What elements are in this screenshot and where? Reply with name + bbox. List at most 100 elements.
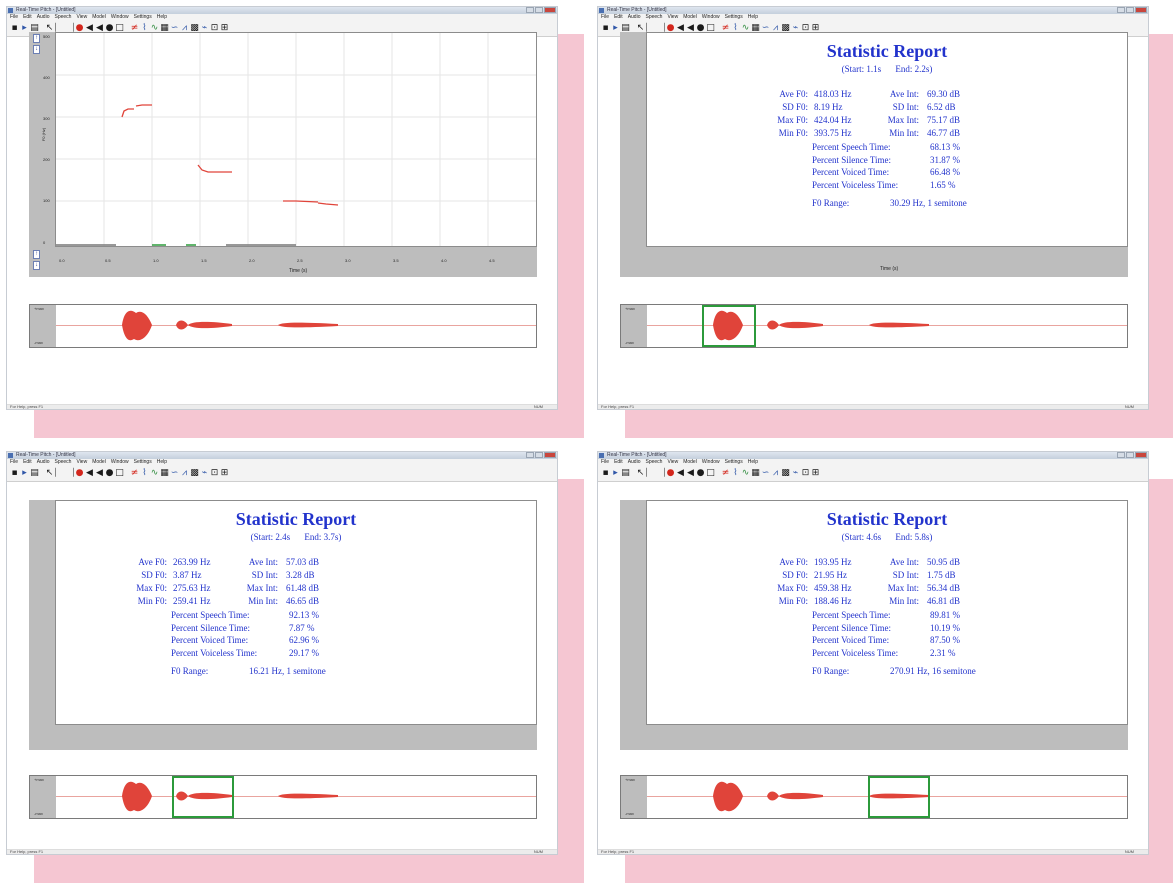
maximize-button[interactable] — [535, 452, 543, 458]
menu-file[interactable]: File — [601, 459, 609, 466]
scroll-up-button[interactable]: ↑ — [33, 250, 40, 259]
zoom-up-button[interactable]: ↑ — [33, 34, 40, 43]
minimize-button[interactable] — [1117, 7, 1125, 13]
menu-speech[interactable]: Speech — [645, 459, 662, 466]
menu-settings[interactable]: Settings — [725, 459, 743, 466]
record-icon[interactable]: ● — [75, 468, 84, 479]
minimize-button[interactable] — [526, 7, 534, 13]
menu-window[interactable]: Window — [111, 14, 129, 21]
waveform-panel[interactable]: +max -max — [620, 775, 1128, 819]
menu-model[interactable]: Model — [683, 459, 697, 466]
menu-edit[interactable]: Edit — [614, 459, 623, 466]
waveform-panel[interactable]: +max -max — [29, 304, 537, 348]
menu-file[interactable]: File — [10, 459, 18, 466]
menu-edit[interactable]: Edit — [23, 14, 32, 21]
menu-window[interactable]: Window — [702, 459, 720, 466]
play-icon[interactable]: ◀ — [95, 468, 104, 479]
maximize-button[interactable] — [1126, 7, 1134, 13]
maximize-button[interactable] — [1126, 452, 1134, 458]
menu-speech[interactable]: Speech — [645, 14, 662, 21]
menu-model[interactable]: Model — [683, 14, 697, 21]
menu-audio[interactable]: Audio — [37, 14, 50, 21]
scroll-down-button[interactable]: ↓ — [33, 261, 40, 270]
open-icon[interactable]: ▸ — [611, 23, 620, 34]
close-button[interactable] — [544, 452, 556, 458]
play-icon[interactable]: ◀ — [686, 468, 695, 479]
menu-window[interactable]: Window — [702, 14, 720, 21]
menu-settings[interactable]: Settings — [725, 14, 743, 21]
open-icon[interactable]: ▸ — [20, 23, 29, 34]
close-button[interactable] — [1135, 7, 1147, 13]
open-icon[interactable]: ▸ — [611, 468, 620, 479]
menu-help[interactable]: Help — [157, 14, 167, 21]
select-icon[interactable]: □ — [706, 468, 715, 479]
trace-icon[interactable]: ⌁ — [200, 468, 209, 479]
minimize-button[interactable] — [526, 452, 534, 458]
menu-speech[interactable]: Speech — [54, 14, 71, 21]
selection-box[interactable] — [702, 305, 756, 347]
menu-audio[interactable]: Audio — [37, 459, 50, 466]
menu-file[interactable]: File — [601, 14, 609, 21]
close-button[interactable] — [1135, 452, 1147, 458]
print-icon[interactable]: ▤ — [30, 468, 39, 479]
menu-view[interactable]: View — [76, 459, 87, 466]
menu-model[interactable]: Model — [92, 14, 106, 21]
spectrum-icon[interactable]: ∽ — [170, 468, 179, 479]
menu-file[interactable]: File — [10, 14, 18, 21]
grid-icon[interactable]: ▩ — [781, 468, 790, 479]
new-file-icon[interactable]: ▪ — [601, 23, 610, 34]
menu-speech[interactable]: Speech — [54, 459, 71, 466]
zoom-in-icon[interactable]: ≠ — [130, 468, 139, 479]
menu-audio[interactable]: Audio — [628, 14, 641, 21]
grid-icon[interactable]: ▩ — [190, 468, 199, 479]
step-icon[interactable]: ⎹ — [65, 468, 74, 479]
menu-settings[interactable]: Settings — [134, 459, 152, 466]
zoom-out-icon[interactable]: ⌇ — [140, 468, 149, 479]
formant-icon[interactable]: ⩘ — [180, 468, 189, 479]
waveform-panel[interactable]: +max -max — [29, 775, 537, 819]
spectrum-icon[interactable]: ∽ — [761, 468, 770, 479]
new-file-icon[interactable]: ▪ — [601, 468, 610, 479]
menu-view[interactable]: View — [76, 14, 87, 21]
step-icon[interactable]: ⎹ — [656, 468, 665, 479]
export-icon[interactable]: ⊞ — [811, 468, 820, 479]
select-icon[interactable]: □ — [115, 468, 124, 479]
compare-icon[interactable]: ⊡ — [801, 468, 810, 479]
maximize-button[interactable] — [535, 7, 543, 13]
menu-settings[interactable]: Settings — [134, 14, 152, 21]
zoom-in-icon[interactable]: ≠ — [721, 468, 730, 479]
compare-icon[interactable]: ⊡ — [210, 468, 219, 479]
menu-window[interactable]: Window — [111, 459, 129, 466]
stats-icon[interactable]: ▦ — [160, 468, 169, 479]
stop-icon[interactable]: ● — [105, 468, 114, 479]
rewind-icon[interactable]: ◀ — [85, 468, 94, 479]
record-icon[interactable]: ● — [666, 468, 675, 479]
pitch-plot[interactable] — [55, 32, 537, 247]
minimize-button[interactable] — [1117, 452, 1125, 458]
selection-box[interactable] — [868, 776, 930, 818]
menu-edit[interactable]: Edit — [23, 459, 32, 466]
new-file-icon[interactable]: ▪ — [10, 23, 19, 34]
rewind-icon[interactable]: ◀ — [676, 468, 685, 479]
cursor-icon[interactable]: ↖ — [636, 468, 645, 479]
export-icon[interactable]: ⊞ — [220, 468, 229, 479]
new-file-icon[interactable]: ▪ — [10, 468, 19, 479]
trace-icon[interactable]: ⌁ — [791, 468, 800, 479]
menu-edit[interactable]: Edit — [614, 14, 623, 21]
selection-box[interactable] — [172, 776, 234, 818]
formant-icon[interactable]: ⩘ — [771, 468, 780, 479]
zoom-down-button[interactable]: ↓ — [33, 45, 40, 54]
stats-icon[interactable]: ▦ — [751, 468, 760, 479]
step-back-icon[interactable]: ⎸ — [55, 468, 64, 479]
stop-icon[interactable]: ● — [696, 468, 705, 479]
waveform-panel[interactable]: +max -max — [620, 304, 1128, 348]
close-button[interactable] — [544, 7, 556, 13]
menu-help[interactable]: Help — [748, 459, 758, 466]
cursor-icon[interactable]: ↖ — [45, 468, 54, 479]
open-icon[interactable]: ▸ — [20, 468, 29, 479]
menu-help[interactable]: Help — [748, 14, 758, 21]
menu-view[interactable]: View — [667, 459, 678, 466]
pitch-icon[interactable]: ∿ — [741, 468, 750, 479]
zoom-out-icon[interactable]: ⌇ — [731, 468, 740, 479]
print-icon[interactable]: ▤ — [621, 468, 630, 479]
